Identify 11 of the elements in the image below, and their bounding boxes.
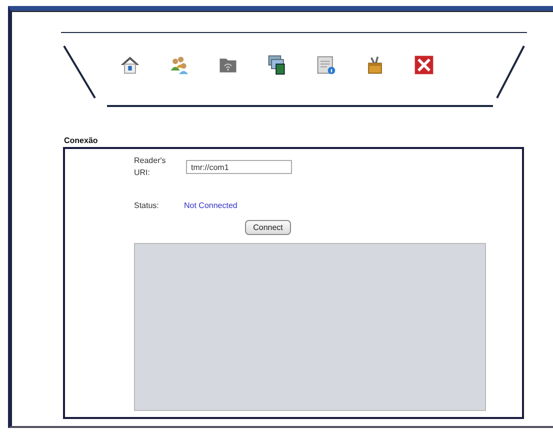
field-label: Reader's URI:	[134, 155, 167, 179]
monitors-icon[interactable]	[266, 54, 288, 76]
status-value: Not Connected	[184, 200, 238, 212]
section-title: Conexão	[64, 135, 99, 147]
document-info-icon[interactable]	[315, 54, 337, 76]
close-icon[interactable]	[413, 54, 435, 76]
uri-field[interactable]: tmr://com1	[186, 160, 292, 174]
home-icon[interactable]	[119, 54, 141, 76]
status-label: Status:	[134, 200, 160, 212]
connect-button[interactable]: Connect	[245, 220, 291, 235]
users-icon[interactable]	[168, 54, 190, 76]
